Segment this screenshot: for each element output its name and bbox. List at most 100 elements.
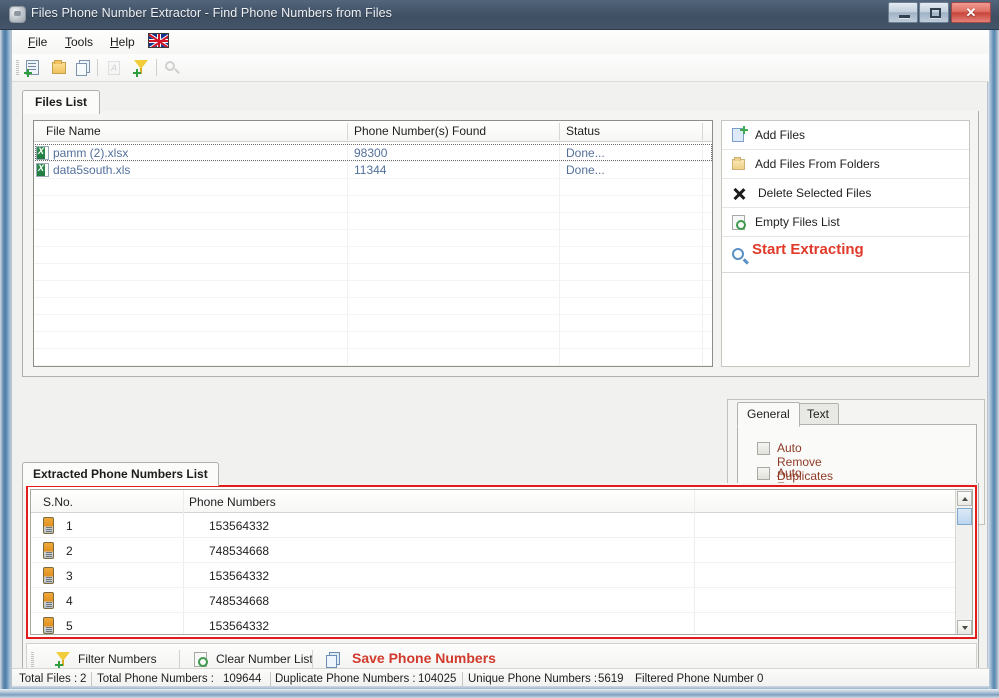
sno-cell: 1 [66,519,73,533]
uk-flag-icon[interactable] [148,33,169,48]
close-button[interactable]: ✕ [951,2,991,23]
empty-files-list-button[interactable]: Empty Files List [722,208,969,237]
add-files-from-folders-button[interactable]: Add Files From Folders [722,150,969,179]
add-files-button[interactable]: Add Files [722,121,969,150]
delete-selected-files-button[interactable]: Delete Selected Files [722,179,969,208]
phone-icon [43,592,54,609]
files-header-sep-3[interactable] [702,123,703,140]
sno-cell: 2 [66,544,73,558]
phone-icon [43,617,54,634]
scroll-down-button[interactable] [957,620,972,634]
scrollbar-thumb[interactable] [957,508,972,525]
phone-found-cell: 11344 [354,163,387,177]
add-files-label: Add Files [755,128,806,142]
sno-cell: 5 [66,619,73,633]
extracted-numbers-grid[interactable]: S.No. Phone Numbers 1 153564332 2 748534… [30,489,973,635]
tab-files-list[interactable]: Files List [22,90,101,114]
empty-files-list-label: Empty Files List [755,215,840,229]
bottombar-grip[interactable] [31,652,34,667]
files-column-phone-found[interactable]: Phone Number(s) Found [354,124,486,138]
minimize-button[interactable] [888,2,918,23]
files-grid[interactable]: File Name Phone Number(s) Found Status p… [33,120,713,367]
clear-number-list-label: Clear Number List [216,652,313,666]
status-filtered-value: 0 [757,673,764,685]
phone-icon [43,542,54,559]
menu-bar: File Tools Help [12,30,989,54]
bottombar-separator-1 [179,650,180,669]
extracted-list-scrollbar[interactable] [955,490,972,634]
toolbar-grip[interactable] [16,60,19,76]
status-cell: Done... [566,163,605,177]
window-title: Files Phone Number Extractor - Find Phon… [31,6,392,20]
close-icon: ✕ [965,5,977,20]
auto-remove-duplicates-checkbox[interactable] [757,442,770,455]
tab-extracted-phone-numbers-list[interactable]: Extracted Phone Numbers List [22,462,219,486]
application-window: Files Phone Number Extractor - Find Phon… [0,0,999,698]
delete-x-icon [730,185,747,202]
menu-file-label-rest: ile [35,35,48,49]
list-item[interactable]: 4 748534668 [31,588,972,613]
app-icon [9,6,26,23]
phone-number-cell: 153564332 [209,619,270,633]
list-item[interactable]: 2 748534668 [31,538,972,563]
scroll-up-button[interactable] [957,491,972,506]
menu-help-label-rest: elp [118,35,135,49]
empty-list-icon [192,651,210,669]
list-item[interactable]: 5 153564332 [31,613,972,634]
files-column-file-name[interactable]: File Name [46,124,101,138]
menu-item-file[interactable]: File [23,34,52,50]
list-item[interactable]: 3 153564332 [31,563,972,588]
window-border-right [987,0,999,698]
toolbar-text-extract-icon[interactable]: A [105,59,123,77]
scrollbar-track[interactable] [957,525,972,618]
phone-number-cell: 748534668 [209,544,270,558]
sno-cell: 3 [66,569,73,583]
status-bar: Total Files : 2 Total Phone Numbers : 10… [12,668,989,689]
menu-item-tools[interactable]: Tools [60,34,98,50]
status-total-files-label: Total Files : [19,673,78,685]
file-name-cell: data5south.xls [53,163,131,177]
files-column-status[interactable]: Status [566,124,600,138]
toolbar-search-icon[interactable] [163,59,181,77]
title-bar[interactable]: Files Phone Number Extractor - Find Phon… [0,0,999,30]
phone-found-cell: 98300 [354,146,388,160]
toolbar-copy-files-icon[interactable] [74,59,92,77]
files-header-sep-2[interactable] [559,123,560,140]
client-area: File Tools Help A Files List File Name P… [11,30,989,689]
menu-tools-label-rest: ools [71,35,94,49]
toolbar-separator-1 [97,59,98,76]
status-cell: Done... [566,146,605,160]
extracted-column-sno[interactable]: S.No. [43,495,73,509]
empty-list-icon [730,214,747,231]
table-row[interactable]: pamm (2).xlsx 98300 Done... [34,145,712,162]
extracted-numbers-panel: S.No. Phone Numbers 1 153564332 2 748534… [22,483,979,679]
add-files-from-folders-label: Add Files From Folders [755,157,880,171]
tab-text[interactable]: Text [797,403,840,426]
toolbar-add-files-from-folders-icon[interactable] [50,59,68,77]
files-header-sep-1[interactable] [347,123,348,140]
status-unique-value: 5619 [598,673,624,685]
extracted-numbers-grid-highlight: S.No. Phone Numbers 1 153564332 2 748534… [26,485,977,639]
tab-general[interactable]: General [737,402,800,427]
toolbar-separator-2 [156,59,157,76]
excel-file-icon [36,163,49,177]
folder-icon [730,156,747,173]
excel-file-icon [36,146,49,160]
search-icon [730,246,747,263]
save-document-icon [324,651,342,669]
status-duplicate-label: Duplicate Phone Numbers : [275,673,416,685]
menu-item-help[interactable]: Help [105,34,140,50]
filter-numbers-icon [54,651,72,669]
maximize-button[interactable] [919,2,949,23]
chevron-down-icon [962,626,968,630]
tool-bar: A [12,54,989,82]
list-item[interactable]: 1 153564332 [31,513,972,538]
start-extracting-button[interactable]: Start Extracting [722,237,969,273]
status-total-numbers-label: Total Phone Numbers : [97,673,214,685]
toolbar-filter-numbers-icon[interactable] [132,59,150,77]
toolbar-add-files-icon[interactable] [24,59,42,77]
status-duplicate-value: 104025 [418,673,457,685]
auto-extract-number-checkbox[interactable] [757,467,770,480]
table-row[interactable]: data5south.xls 11344 Done... [34,162,712,179]
extracted-column-phone-numbers[interactable]: Phone Numbers [189,495,276,509]
